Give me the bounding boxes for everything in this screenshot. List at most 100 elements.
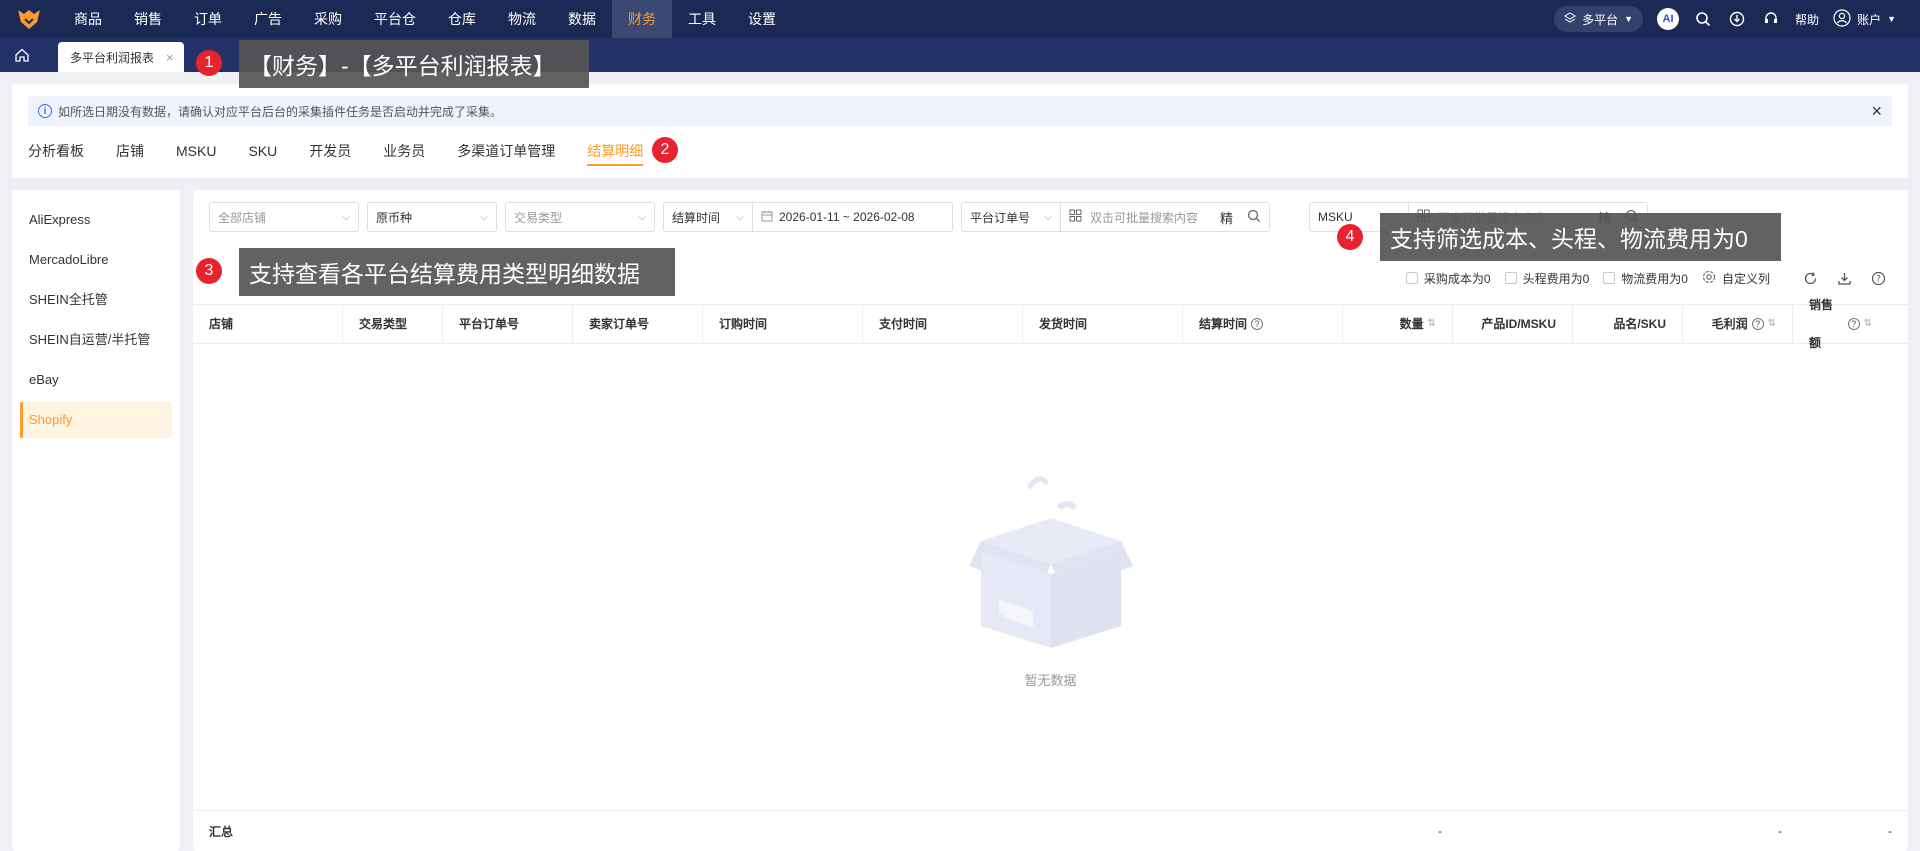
sort-icon[interactable]: ⇅ — [1768, 305, 1776, 343]
store-select[interactable]: 全部店铺 ⌵ — [209, 202, 359, 232]
nav-item-products[interactable]: 商品 — [58, 0, 118, 38]
col-sales[interactable]: 销售额? ⇅ — [1793, 298, 1888, 350]
currency-select-value: 原币种 — [376, 210, 413, 225]
annotation-1-label: 【财务】-【多平台利润报表】 — [239, 40, 589, 88]
platform-switcher[interactable]: 多平台 ▼ — [1554, 6, 1644, 32]
nav-item-orders[interactable]: 订单 — [178, 0, 238, 38]
tab-settlement-details[interactable]: 结算明细 — [587, 136, 659, 166]
order-number-type-select[interactable]: 平台订单号 ⌵ — [961, 202, 1061, 232]
sidebar-item-ebay[interactable]: eBay — [20, 362, 172, 398]
report-header-panel: i 如所选日期没有数据，请确认对应平台后台的采集插件任务是否启动并完成了采集。 … — [12, 84, 1908, 178]
sidebar-item-aliexpress[interactable]: AliExpress — [20, 202, 172, 238]
date-range-value: 2026-01-11 ~ 2026-02-08 — [779, 210, 915, 224]
order-search-input[interactable]: 双击可批量搜索内容 精 — [1060, 202, 1270, 232]
chevron-down-icon: ⌵ — [638, 211, 646, 223]
headway-fee-zero-checkbox[interactable]: 头程费用为0 — [1504, 270, 1590, 287]
close-tab-icon[interactable]: × — [166, 50, 174, 65]
precise-toggle[interactable]: 精 — [1220, 208, 1233, 227]
col-gross-profit[interactable]: 毛利润? ⇅ — [1683, 305, 1793, 343]
col-product-id-msku: 产品ID/MSKU — [1453, 305, 1573, 343]
export-icon[interactable] — [1834, 268, 1854, 288]
col-gross-profit-label: 毛利润 — [1711, 317, 1748, 331]
annotation-3-label: 支持查看各平台结算费用类型明细数据 — [239, 248, 675, 296]
col-name-sku: 品名/SKU — [1573, 305, 1683, 343]
refresh-icon[interactable] — [1800, 268, 1820, 288]
nav-right: 多平台 ▼ AI 帮助 账户 ▼ — [1554, 0, 1920, 38]
account-label: 账户 — [1857, 12, 1882, 27]
nav-item-warehouse[interactable]: 仓库 — [432, 0, 492, 38]
currency-select[interactable]: 原币种 ⌵ — [367, 202, 497, 232]
summary-gross-profit: - — [1778, 824, 1782, 838]
help-icon[interactable]: ? — [1868, 268, 1888, 288]
time-type-select[interactable]: 结算时间 ⌵ — [663, 202, 753, 232]
question-icon[interactable]: ? — [1251, 318, 1264, 330]
nav-item-purchase[interactable]: 采购 — [298, 0, 358, 38]
caret-down-icon: ▼ — [1887, 14, 1896, 24]
time-type-value: 结算时间 — [672, 210, 721, 225]
search-icon[interactable] — [1693, 9, 1713, 29]
settings-icon — [1702, 270, 1716, 287]
chevron-down-icon: ⌵ — [1044, 211, 1052, 223]
nav-item-settings[interactable]: 设置 — [732, 0, 792, 38]
close-alert-icon[interactable]: × — [1871, 101, 1882, 122]
purchase-cost-zero-checkbox[interactable]: 采购成本为0 — [1405, 270, 1491, 287]
nav-item-tools[interactable]: 工具 — [672, 0, 732, 38]
batch-grid-icon[interactable] — [1069, 209, 1082, 225]
search-icon[interactable] — [1247, 209, 1261, 226]
nav-item-sales[interactable]: 销售 — [118, 0, 178, 38]
account-menu[interactable]: 账户 ▼ — [1833, 8, 1896, 30]
chevron-down-icon: ⌵ — [342, 211, 350, 223]
order-search-placeholder: 双击可批量搜索内容 — [1090, 210, 1199, 225]
annotation-3-marker: 3 — [196, 258, 222, 284]
tab-dashboard[interactable]: 分析看板 — [28, 136, 100, 166]
tab-developer[interactable]: 开发员 — [309, 136, 367, 166]
chevron-down-icon: ⌵ — [480, 211, 488, 223]
sort-icon[interactable]: ⇅ — [1428, 305, 1436, 343]
headway-fee-zero-label: 头程费用为0 — [1522, 271, 1590, 286]
order-number-type-value: 平台订单号 — [970, 210, 1031, 225]
tab-salesperson[interactable]: 业务员 — [383, 136, 441, 166]
custom-columns-button[interactable]: 自定义列 — [1702, 270, 1770, 287]
empty-text: 暂无数据 — [1024, 672, 1077, 688]
msku-type-value: MSKU — [1318, 210, 1353, 224]
home-icon — [15, 48, 29, 62]
sidebar-item-shein-self[interactable]: SHEIN自运营/半托管 — [20, 322, 172, 358]
tab-multi-platform-profit-report[interactable]: 多平台利润报表 × — [58, 42, 184, 72]
question-icon[interactable]: ? — [1751, 318, 1764, 330]
summary-quantity: - — [1438, 824, 1442, 838]
home-tab[interactable] — [0, 38, 44, 72]
question-icon[interactable]: ? — [1847, 318, 1860, 330]
svg-text:?: ? — [1876, 274, 1881, 284]
sort-icon[interactable]: ⇅ — [1864, 305, 1872, 343]
download-icon[interactable] — [1727, 9, 1747, 29]
date-range-picker[interactable]: 2026-01-11 ~ 2026-02-08 — [752, 202, 953, 232]
tab-multichannel-orders[interactable]: 多渠道订单管理 — [457, 136, 571, 166]
nav-item-data[interactable]: 数据 — [552, 0, 612, 38]
annotation-1-marker: 1 — [196, 50, 222, 76]
transaction-type-select[interactable]: 交易类型 ⌵ — [505, 202, 655, 232]
col-ship-time: 发货时间 — [1023, 305, 1183, 343]
col-quantity-label: 数量 — [1399, 317, 1424, 331]
nav-item-ads[interactable]: 广告 — [238, 0, 298, 38]
headset-icon[interactable] — [1761, 9, 1781, 29]
sidebar-item-mercadolibre[interactable]: MercadoLibre — [20, 242, 172, 278]
col-quantity[interactable]: 数量 ⇅ — [1343, 305, 1453, 343]
annotation-4-label: 支持筛选成本、头程、物流费用为0 — [1380, 213, 1781, 261]
ai-assistant-button[interactable]: AI — [1657, 8, 1680, 30]
col-transaction-type: 交易类型 — [343, 305, 443, 343]
tab-store[interactable]: 店铺 — [116, 136, 160, 166]
logistics-fee-zero-checkbox[interactable]: 物流费用为0 — [1603, 270, 1688, 287]
app-logo[interactable] — [0, 0, 58, 38]
nav-item-finance[interactable]: 财务 — [612, 0, 672, 38]
help-link[interactable]: 帮助 — [1795, 11, 1819, 28]
table-toolbar: 采购成本为0 头程费用为0 物流费用为0 自定义列 ? — [1405, 268, 1888, 288]
col-payment-time: 支付时间 — [863, 305, 1023, 343]
tab-msku[interactable]: MSKU — [176, 136, 232, 166]
store-select-value: 全部店铺 — [218, 210, 267, 225]
sidebar-item-shopify[interactable]: Shopify — [20, 402, 172, 438]
sidebar-item-shein-full[interactable]: SHEIN全托管 — [20, 282, 172, 318]
nav-item-platform-warehouse[interactable]: 平台仓 — [358, 0, 432, 38]
caret-down-icon: ▼ — [1624, 14, 1634, 24]
tab-sku[interactable]: SKU — [248, 136, 293, 166]
nav-item-logistics[interactable]: 物流 — [492, 0, 552, 38]
